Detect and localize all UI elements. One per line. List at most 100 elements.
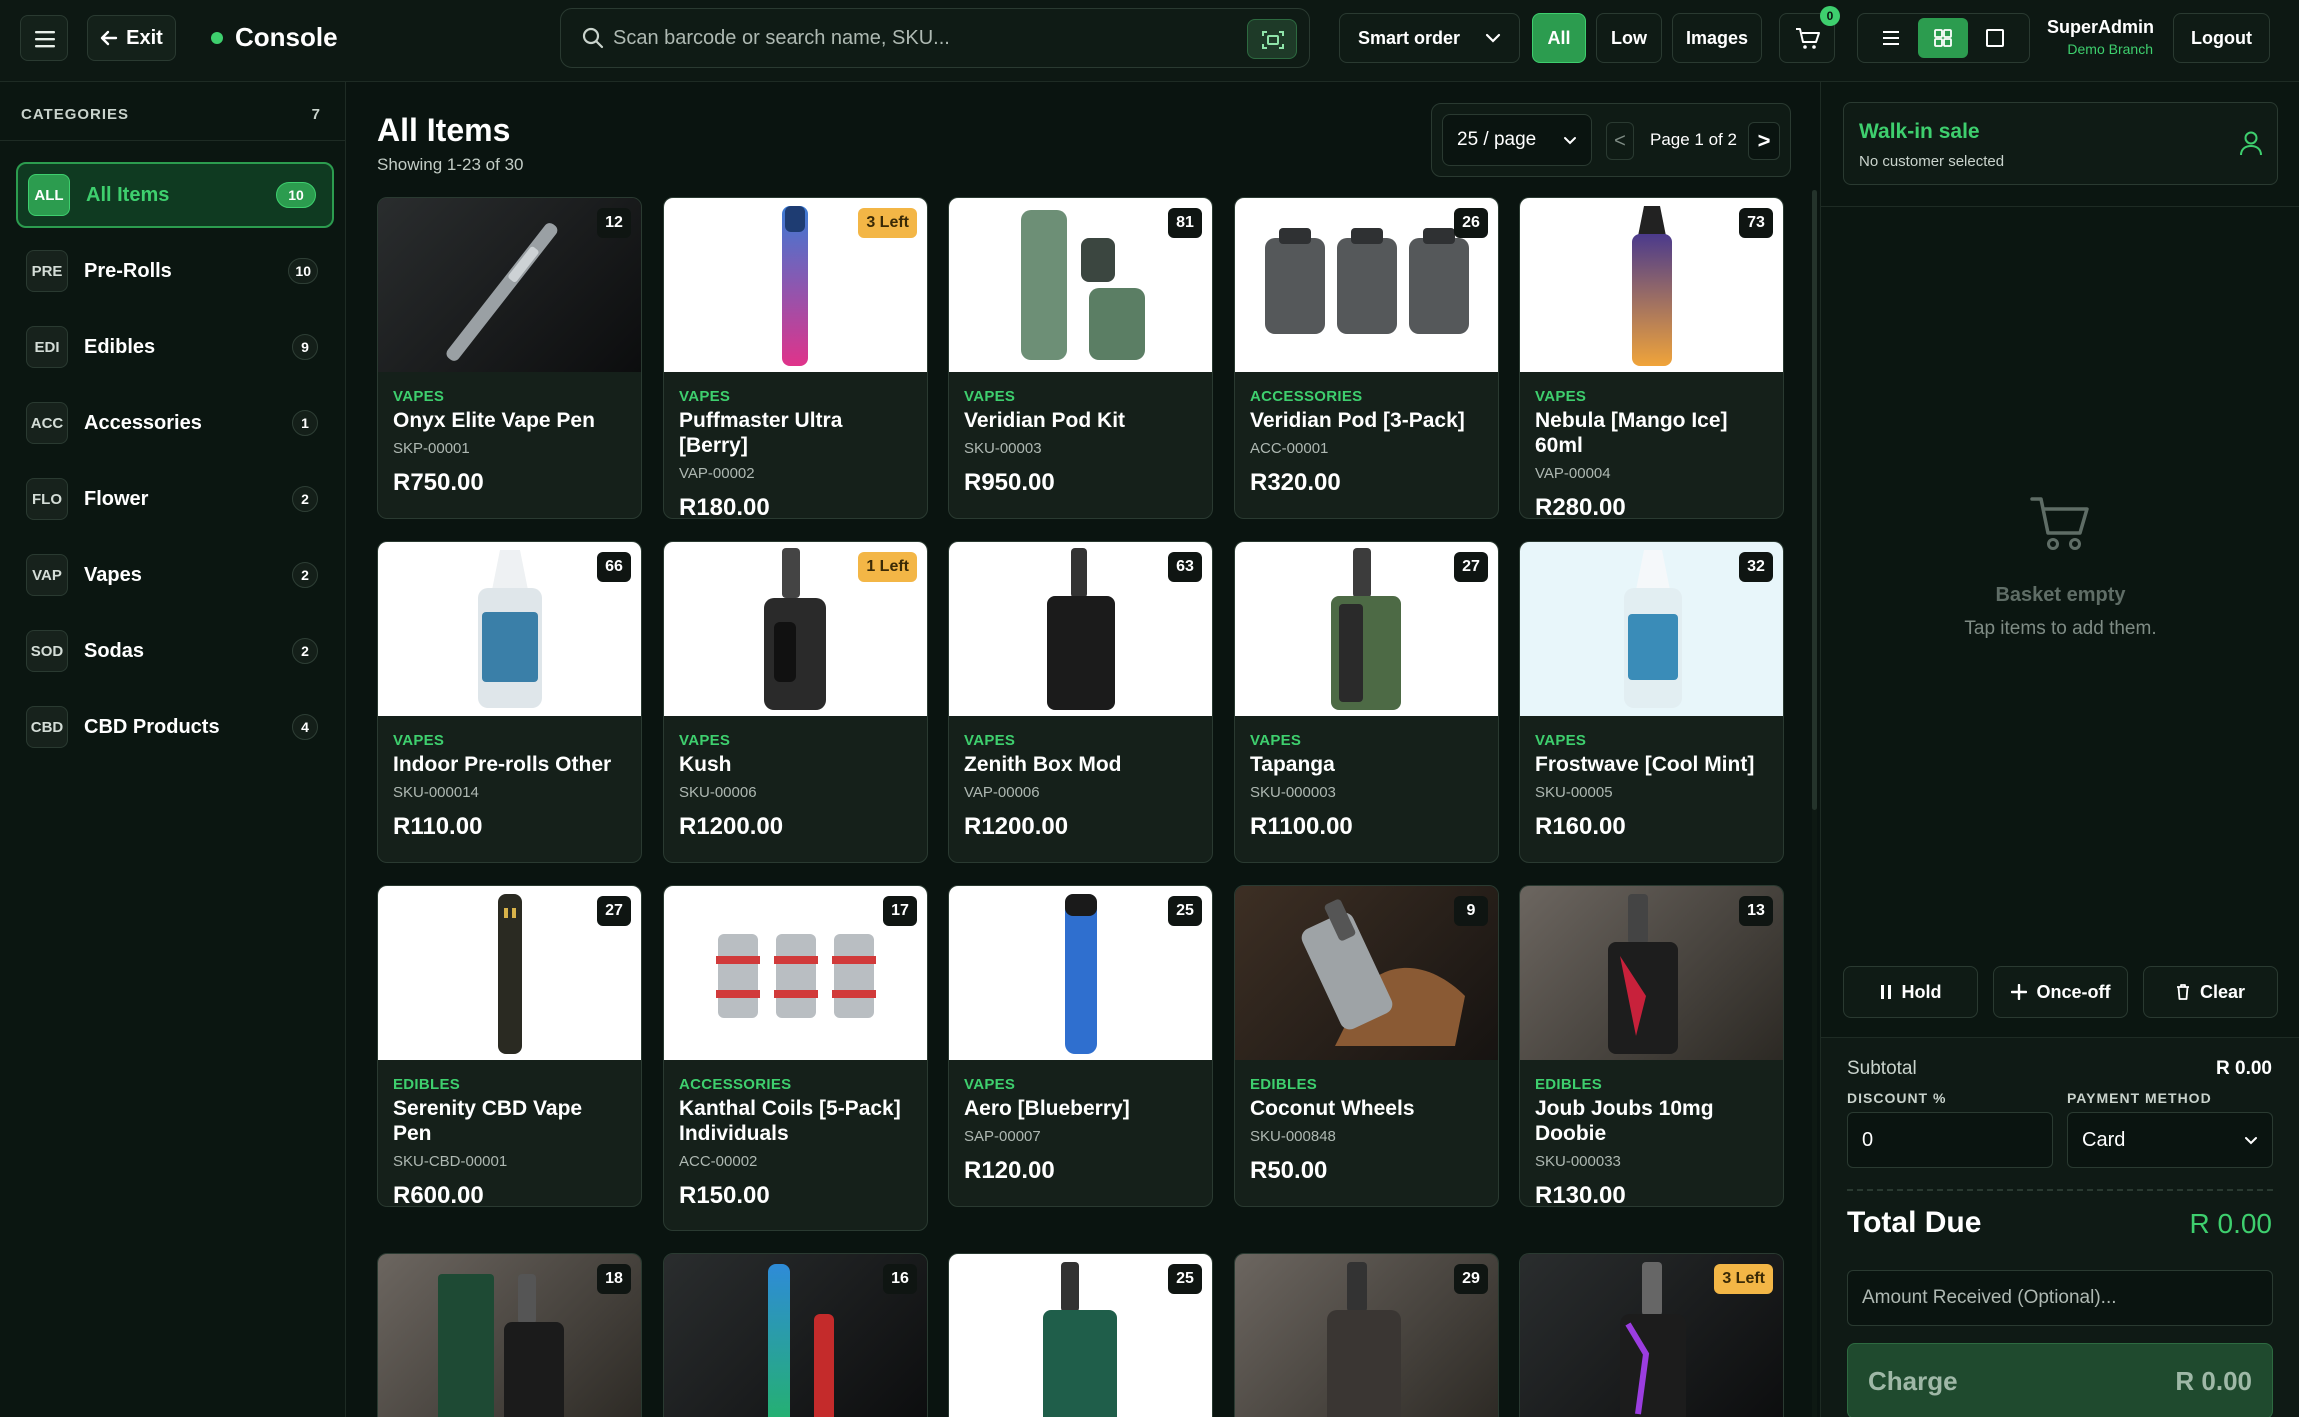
product-category: EDIBLES — [1535, 1076, 1603, 1093]
product-card[interactable]: 66 VAPES Indoor Pre-rolls Other SKU-0000… — [377, 541, 642, 863]
product-card[interactable]: 17 ACCESSORIES Kanthal Coils [5-Pack] In… — [663, 885, 928, 1231]
basket-empty-subtitle: Tap items to add them. — [1964, 618, 2157, 639]
product-price: R280.00 — [1535, 494, 1626, 519]
product-category: ACCESSORIES — [679, 1076, 792, 1093]
exit-button[interactable]: Exit — [87, 15, 176, 61]
product-card[interactable]: 25 — [948, 1253, 1213, 1417]
product-name: Onyx Elite Vape Pen — [393, 409, 595, 432]
payment-method-select[interactable]: Card — [2067, 1112, 2273, 1168]
product-card[interactable]: 1 Left VAPES Kush SKU-00006 R1200.00 — [663, 541, 928, 863]
categories-title: CATEGORIES — [21, 106, 130, 123]
amount-received-input[interactable] — [1847, 1270, 2273, 1326]
charge-button[interactable]: Charge R 0.00 — [1847, 1343, 2273, 1417]
product-sku: VAP-00004 — [1535, 465, 1611, 482]
discount-input[interactable] — [1847, 1112, 2053, 1168]
category-item-accessories[interactable]: ACC Accessories 1 — [16, 390, 334, 456]
clear-button[interactable]: Clear — [2143, 966, 2278, 1018]
product-image: 3 Left — [1520, 1254, 1783, 1417]
product-card[interactable]: 26 ACCESSORIES Veridian Pod [3-Pack] ACC… — [1234, 197, 1499, 519]
product-card[interactable]: 3 Left VAPES Puffmaster Ultra [Berry] VA… — [663, 197, 928, 519]
stock-badge: 3 Left — [1714, 1264, 1773, 1294]
filter-low-button[interactable]: Low — [1596, 13, 1662, 63]
cart-button[interactable]: 0 — [1779, 6, 1840, 63]
category-item-cbd-products[interactable]: CBD CBD Products 4 — [16, 694, 334, 760]
logout-button[interactable]: Logout — [2173, 13, 2270, 63]
category-label: Flower — [84, 487, 149, 510]
categories-header: CATEGORIES 7 — [21, 106, 321, 123]
grid-view-button[interactable] — [1918, 18, 1968, 58]
product-card[interactable]: 18 — [377, 1253, 642, 1417]
page-title: All Items — [377, 112, 511, 148]
stock-badge: 25 — [1168, 896, 1202, 926]
chevron-down-icon — [2245, 1136, 2257, 1144]
product-card[interactable]: 27 VAPES Tapanga SKU-000003 R1100.00 — [1234, 541, 1499, 863]
user-info: SuperAdmin Demo Branch — [2047, 17, 2155, 57]
product-card[interactable]: 9 EDIBLES Coconut Wheels SKU-000848 R50.… — [1234, 885, 1499, 1207]
stock-badge: 73 — [1739, 208, 1773, 238]
brand: Console — [211, 22, 338, 53]
customer-selector[interactable]: Walk-in sale No customer selected — [1843, 102, 2278, 185]
product-image: 27 — [1235, 542, 1498, 716]
stock-badge: 18 — [597, 1264, 631, 1294]
payment-method-value: Card — [2082, 1128, 2126, 1151]
product-image: 13 — [1520, 886, 1783, 1060]
product-card[interactable]: 73 VAPES Nebula [Mango Ice] 60ml VAP-000… — [1519, 197, 1784, 519]
scrollbar[interactable] — [1812, 190, 1817, 1417]
product-card[interactable]: 3 Left — [1519, 1253, 1784, 1417]
scrollbar-thumb[interactable] — [1812, 190, 1817, 810]
category-item-all[interactable]: ALL All Items 10 — [16, 162, 334, 228]
category-item-vapes[interactable]: VAP Vapes 2 — [16, 542, 334, 608]
sort-select[interactable]: Smart order — [1339, 13, 1520, 63]
search-input[interactable] — [613, 21, 1213, 55]
category-abbr: SOD — [26, 630, 68, 672]
user-name: SuperAdmin — [2047, 17, 2155, 37]
product-sku: SKU-00003 — [964, 440, 1042, 457]
product-card[interactable]: 81 VAPES Veridian Pod Kit SKU-00003 R950… — [948, 197, 1213, 519]
hold-button[interactable]: Hold — [1843, 966, 1978, 1018]
product-card[interactable]: 32 VAPES Frostwave [Cool Mint] SKU-00005… — [1519, 541, 1784, 863]
once-off-button[interactable]: Once-off — [1993, 966, 2128, 1018]
product-category: VAPES — [964, 732, 1016, 749]
category-sidebar: CATEGORIES 7 ALL All Items 10 PRE Pre-Ro… — [0, 82, 346, 1417]
category-item-edibles[interactable]: EDI Edibles 9 — [16, 314, 334, 380]
product-name: Kush — [679, 753, 732, 776]
product-price: R750.00 — [393, 469, 484, 496]
sort-label: Smart order — [1358, 27, 1461, 48]
list-view-button[interactable] — [1866, 18, 1916, 58]
hold-label: Hold — [1901, 981, 1942, 1002]
category-item-flower[interactable]: FLO Flower 2 — [16, 466, 334, 532]
scan-barcode-button[interactable] — [1247, 19, 1297, 59]
filter-all-button[interactable]: All — [1532, 13, 1586, 63]
category-item-pre-rolls[interactable]: PRE Pre-Rolls 10 — [16, 238, 334, 304]
stock-badge: 13 — [1739, 896, 1773, 926]
product-name: Indoor Pre-rolls Other — [393, 753, 612, 776]
trash-icon — [2176, 984, 2189, 1000]
product-card[interactable]: 27 EDIBLES Serenity CBD Vape Pen SKU-CBD… — [377, 885, 642, 1207]
product-sku: ACC-00001 — [1250, 440, 1329, 457]
per-page-select[interactable]: 25 / page — [1442, 114, 1592, 166]
product-card[interactable]: 29 — [1234, 1253, 1499, 1417]
product-price: R950.00 — [964, 469, 1055, 496]
next-page-button[interactable]: > — [1748, 122, 1780, 160]
category-abbr: CBD — [26, 706, 68, 748]
user-branch: Demo Branch — [2067, 41, 2153, 57]
product-card[interactable]: 13 EDIBLES Joub Joubs 10mg Doobie SKU-00… — [1519, 885, 1784, 1207]
single-view-button[interactable] — [1970, 18, 2020, 58]
product-card[interactable]: 25 VAPES Aero [Blueberry] SAP-00007 R120… — [948, 885, 1213, 1207]
pagination: 25 / page < Page 1 of 2 > — [1431, 103, 1791, 177]
product-price: R1100.00 — [1250, 813, 1353, 840]
divider — [1847, 1189, 2273, 1191]
prev-page-button[interactable]: < — [1606, 122, 1634, 160]
product-image: 12 — [378, 198, 641, 372]
filter-images-button[interactable]: Images — [1672, 13, 1762, 63]
category-label: Pre-Rolls — [84, 259, 172, 282]
product-card[interactable]: 63 VAPES Zenith Box Mod VAP-00006 R1200.… — [948, 541, 1213, 863]
product-card[interactable]: 12 VAPES Onyx Elite Vape Pen SKP-00001 R… — [377, 197, 642, 519]
stock-badge: 17 — [883, 896, 917, 926]
product-card[interactable]: 16 — [663, 1253, 928, 1417]
menu-button[interactable] — [20, 15, 68, 61]
category-item-sodas[interactable]: SOD Sodas 2 — [16, 618, 334, 684]
product-sku: SAP-00007 — [964, 1128, 1041, 1145]
product-name: Zenith Box Mod — [964, 753, 1122, 776]
basket-empty-title: Basket empty — [1995, 584, 2126, 606]
